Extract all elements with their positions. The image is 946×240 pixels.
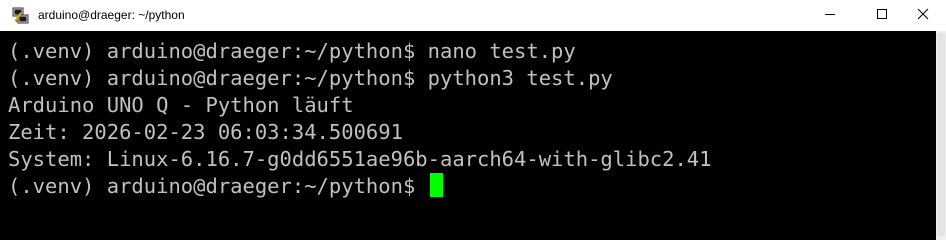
title-bar[interactable]: arduino@draeger: ~/python	[0, 0, 946, 31]
maximize-button[interactable]	[859, 0, 905, 31]
close-icon	[917, 7, 929, 25]
putty-terminal-icon[interactable]	[12, 7, 30, 25]
terminal-window: arduino@draeger: ~/python (.venv) arduin…	[0, 0, 946, 240]
terminal-line: System: Linux-6.16.7-g0dd6551ae96b-aarch…	[8, 147, 712, 171]
terminal-cursor	[429, 173, 443, 197]
terminal-line: (.venv) arduino@draeger:~/python$ python…	[8, 66, 613, 90]
window-title: arduino@draeger: ~/python	[38, 8, 185, 22]
terminal-prompt: (.venv) arduino@draeger:~/python$	[8, 174, 428, 198]
terminal-output[interactable]: (.venv) arduino@draeger:~/python$ nano t…	[0, 31, 936, 240]
maximize-icon	[876, 7, 888, 25]
close-button[interactable]	[900, 0, 946, 31]
minimize-icon	[824, 7, 836, 25]
terminal-prompt-line[interactable]: (.venv) arduino@draeger:~/python$	[8, 173, 443, 200]
terminal-line: Zeit: 2026-02-23 06:03:34.500691	[8, 120, 403, 144]
minimize-button[interactable]	[807, 0, 853, 31]
scrollbar-thumb[interactable]	[937, 33, 945, 236]
vertical-scrollbar[interactable]	[936, 31, 946, 240]
terminal-line: Arduino UNO Q - Python läuft	[8, 93, 354, 117]
terminal-line: (.venv) arduino@draeger:~/python$ nano t…	[8, 39, 576, 63]
